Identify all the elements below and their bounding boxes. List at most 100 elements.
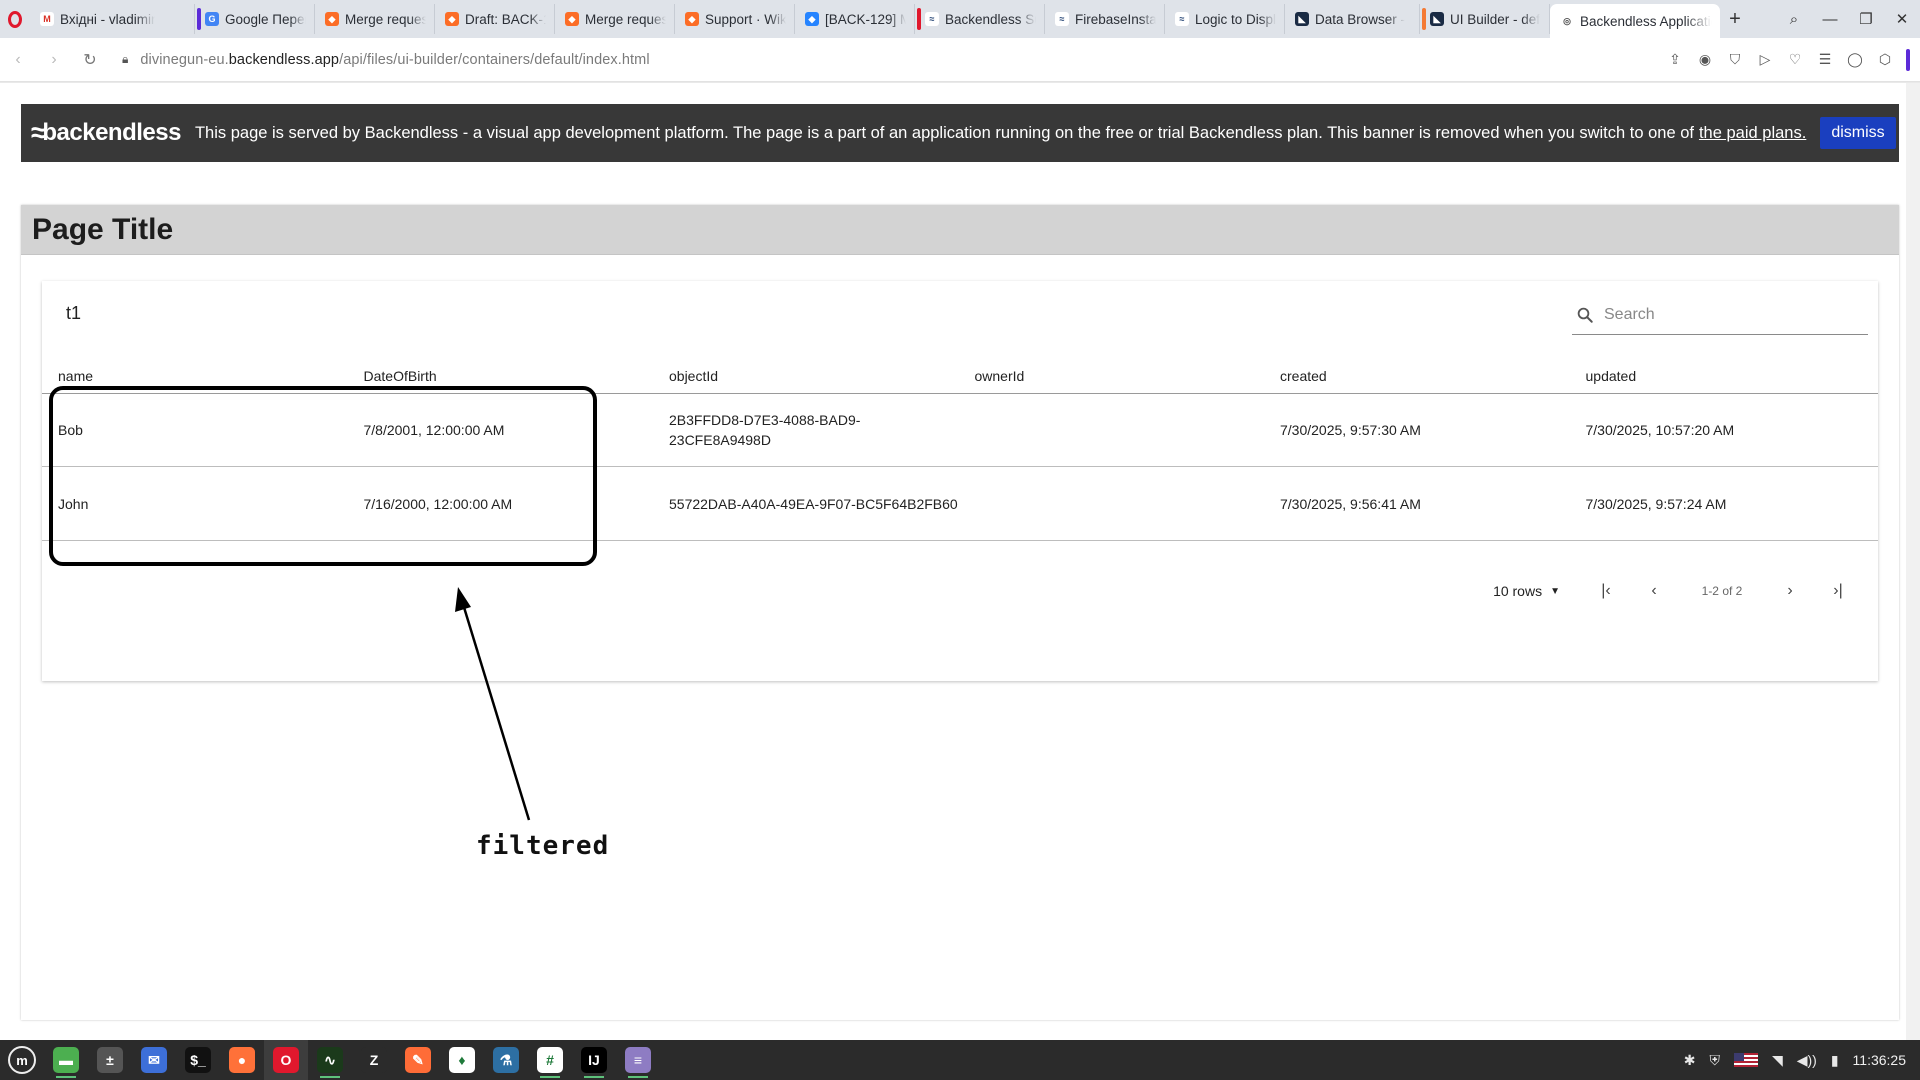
banner-message: This page is served by Backendless - a v… xyxy=(194,123,1694,142)
tab-label: Logic to Display xyxy=(1195,11,1276,27)
reload-icon[interactable]: ↻ xyxy=(72,50,108,70)
browser-tab[interactable]: G Google Перекладач xyxy=(195,4,315,34)
taskbar-app-terminal[interactable]: $_ xyxy=(176,1040,220,1080)
tab-label: Support · Wiki xyxy=(705,11,786,27)
tab-label: UI Builder - def xyxy=(1450,11,1541,27)
table-cell: John xyxy=(58,496,89,512)
taskbar-apps: ▬ ± ✉ $_ ● O ∿ Z ✎ ♦ ⚗ # IJ ≡ xyxy=(44,1040,660,1080)
column-header[interactable]: name xyxy=(42,366,348,386)
running-indicator xyxy=(584,1076,604,1078)
table-row[interactable]: Bob 7/8/2001, 12:00:00 AM 2B3FFDD8-D7E3-40… xyxy=(42,394,1878,467)
keyboard-layout-flag-icon[interactable] xyxy=(1733,1053,1758,1067)
back-icon[interactable]: ‹ xyxy=(0,51,36,69)
taskbar-app-opera[interactable]: O xyxy=(264,1040,308,1080)
browser-tab[interactable]: ◆ Support · Wiki xyxy=(675,4,795,34)
table-cell: 55722DAB-A40A-49EA-9F07-BC5F64B2FB60 xyxy=(669,496,958,512)
column-header[interactable]: updated xyxy=(1570,366,1876,386)
tab-favicon-icon: ◆ xyxy=(565,12,579,26)
extensions-icon[interactable]: ⬡ xyxy=(1870,51,1900,68)
search-box[interactable] xyxy=(1572,295,1868,335)
opera-icon: O xyxy=(273,1047,299,1073)
browser-tab[interactable]: ≈ Backendless Su xyxy=(915,4,1045,34)
taskbar-app-firefox[interactable]: ● xyxy=(220,1040,264,1080)
restore-icon[interactable]: ❐ xyxy=(1848,10,1884,28)
vpn-shield-icon[interactable]: ⛉ xyxy=(1720,51,1750,68)
mail-icon: ✉ xyxy=(141,1047,167,1073)
next-page-icon[interactable]: › xyxy=(1766,582,1814,600)
tab-indicator xyxy=(917,8,921,30)
profile-icon[interactable]: ◯ xyxy=(1840,51,1870,68)
browser-tab[interactable]: M Вхідні - vladimir xyxy=(30,4,195,34)
tab-search-icon[interactable]: ⌕ xyxy=(1776,11,1812,28)
forward-icon[interactable]: › xyxy=(36,51,72,69)
column-header[interactable]: ownerId xyxy=(959,366,1265,386)
taskbar-app-postman[interactable]: ✎ xyxy=(396,1040,440,1080)
page-title: Page Title xyxy=(32,212,174,246)
page-viewport: ≈ backendless This page is served by Bac… xyxy=(0,83,1906,1040)
browser-tab[interactable]: ≈ Logic to Display xyxy=(1165,4,1285,34)
backendless-banner: ≈ backendless This page is served by Bac… xyxy=(21,104,1899,162)
taskbar-app-intellij[interactable]: IJ xyxy=(572,1040,616,1080)
easy-setup-icon[interactable]: ☰ xyxy=(1810,51,1840,68)
opera-menu-icon[interactable] xyxy=(0,0,30,38)
start-menu-icon[interactable]: m xyxy=(0,1040,44,1080)
taskbar-app-zotero[interactable]: Z xyxy=(352,1040,396,1080)
previous-page-icon[interactable]: ‹ xyxy=(1630,582,1678,600)
rows-per-page-select[interactable]: 10 rows ▼ xyxy=(1493,583,1560,599)
last-page-icon[interactable]: ›| xyxy=(1814,582,1862,600)
volume-icon[interactable]: ◀)) xyxy=(1797,1052,1817,1069)
close-window-icon[interactable]: ✕ xyxy=(1884,10,1920,28)
browser-tab[interactable]: ◆ Merge requests xyxy=(315,4,435,34)
column-header[interactable]: objectId xyxy=(653,366,959,386)
taskbar-app-system-monitor[interactable]: ∿ xyxy=(308,1040,352,1080)
snapshot-icon[interactable]: ◉ xyxy=(1690,51,1720,68)
lock-icon[interactable]: 🔒︎ xyxy=(122,52,128,67)
minimize-icon[interactable]: — xyxy=(1812,11,1848,28)
taskbar-app-mail[interactable]: ✉ xyxy=(132,1040,176,1080)
shield-tray-icon[interactable]: ⛨ xyxy=(1709,1052,1720,1069)
browser-tab[interactable]: ◆ Draft: BACK-129 xyxy=(435,4,555,34)
table-cell: 7/8/2001, 12:00:00 AM xyxy=(363,422,505,438)
search-input[interactable] xyxy=(1604,305,1834,324)
taskbar-app-text-editor[interactable]: ≡ xyxy=(616,1040,660,1080)
taskbar-app-files[interactable]: ▬ xyxy=(44,1040,88,1080)
browser-tab[interactable]: ◆ [BACK-129] MV xyxy=(795,4,915,34)
table-pagination: 10 rows ▼ |‹ ‹ 1-2 of 2 › ›| xyxy=(42,571,1878,611)
paid-plans-link[interactable]: the paid plans. xyxy=(1699,124,1806,143)
table-cell: 7/30/2025, 9:57:30 AM xyxy=(1280,422,1421,438)
mongodb-icon: ♦ xyxy=(449,1047,475,1073)
calculator-icon: ± xyxy=(97,1047,123,1073)
browser-tab[interactable]: ◆ Merge requests xyxy=(555,4,675,34)
terminal-icon: $_ xyxy=(185,1047,211,1073)
window-controls: ⌕ — ❐ ✕ xyxy=(1776,0,1920,38)
url-domain: backendless.app xyxy=(228,51,340,68)
running-indicator xyxy=(540,1076,560,1078)
address-bar[interactable]: divinegun-eu.backendless.app/api/files/u… xyxy=(140,52,649,68)
column-header[interactable]: DateOfBirth xyxy=(348,366,654,386)
taskbar-app-slack[interactable]: # xyxy=(528,1040,572,1080)
dismiss-button[interactable]: dismiss xyxy=(1820,117,1896,149)
slack-tray-icon[interactable]: ✱ xyxy=(1684,1052,1696,1069)
browser-tab[interactable]: ≈ FirebaseInstanc xyxy=(1045,4,1165,34)
page-scrollbar[interactable] xyxy=(1906,83,1920,1040)
share-icon[interactable]: ⇪ xyxy=(1660,51,1690,68)
table-cell: 7/30/2025, 9:56:41 AM xyxy=(1280,496,1421,512)
data-table-card: t1 nameDateOfBirthobjectIdownerIdcreated… xyxy=(42,281,1878,681)
network-icon[interactable]: ◥ xyxy=(1772,1052,1783,1069)
column-header[interactable]: created xyxy=(1264,366,1570,386)
browser-tab[interactable]: ◣ Data Browser - xyxy=(1285,4,1420,34)
taskbar-app-calculator[interactable]: ± xyxy=(88,1040,132,1080)
new-tab-icon[interactable]: + xyxy=(1720,4,1750,34)
battery-icon[interactable]: ▮ xyxy=(1831,1052,1839,1069)
browser-tab[interactable]: ◎ Backendless Application xyxy=(1550,4,1720,38)
table-row[interactable]: John 7/16/2000, 12:00:00 AM 55722DAB-A40A-… xyxy=(42,468,1878,541)
taskbar-app-mongodb[interactable]: ♦ xyxy=(440,1040,484,1080)
tab-favicon-icon: ≈ xyxy=(1055,12,1069,26)
table-cell: 7/16/2000, 12:00:00 AM xyxy=(363,496,513,512)
first-page-icon[interactable]: |‹ xyxy=(1582,582,1630,600)
player-icon[interactable]: ▷ xyxy=(1750,51,1780,68)
browser-tab[interactable]: ◣ UI Builder - def xyxy=(1420,4,1550,34)
intellij-icon: IJ xyxy=(581,1047,607,1073)
heart-icon[interactable]: ♡ xyxy=(1780,51,1810,68)
taskbar-app-mysql-workbench[interactable]: ⚗ xyxy=(484,1040,528,1080)
